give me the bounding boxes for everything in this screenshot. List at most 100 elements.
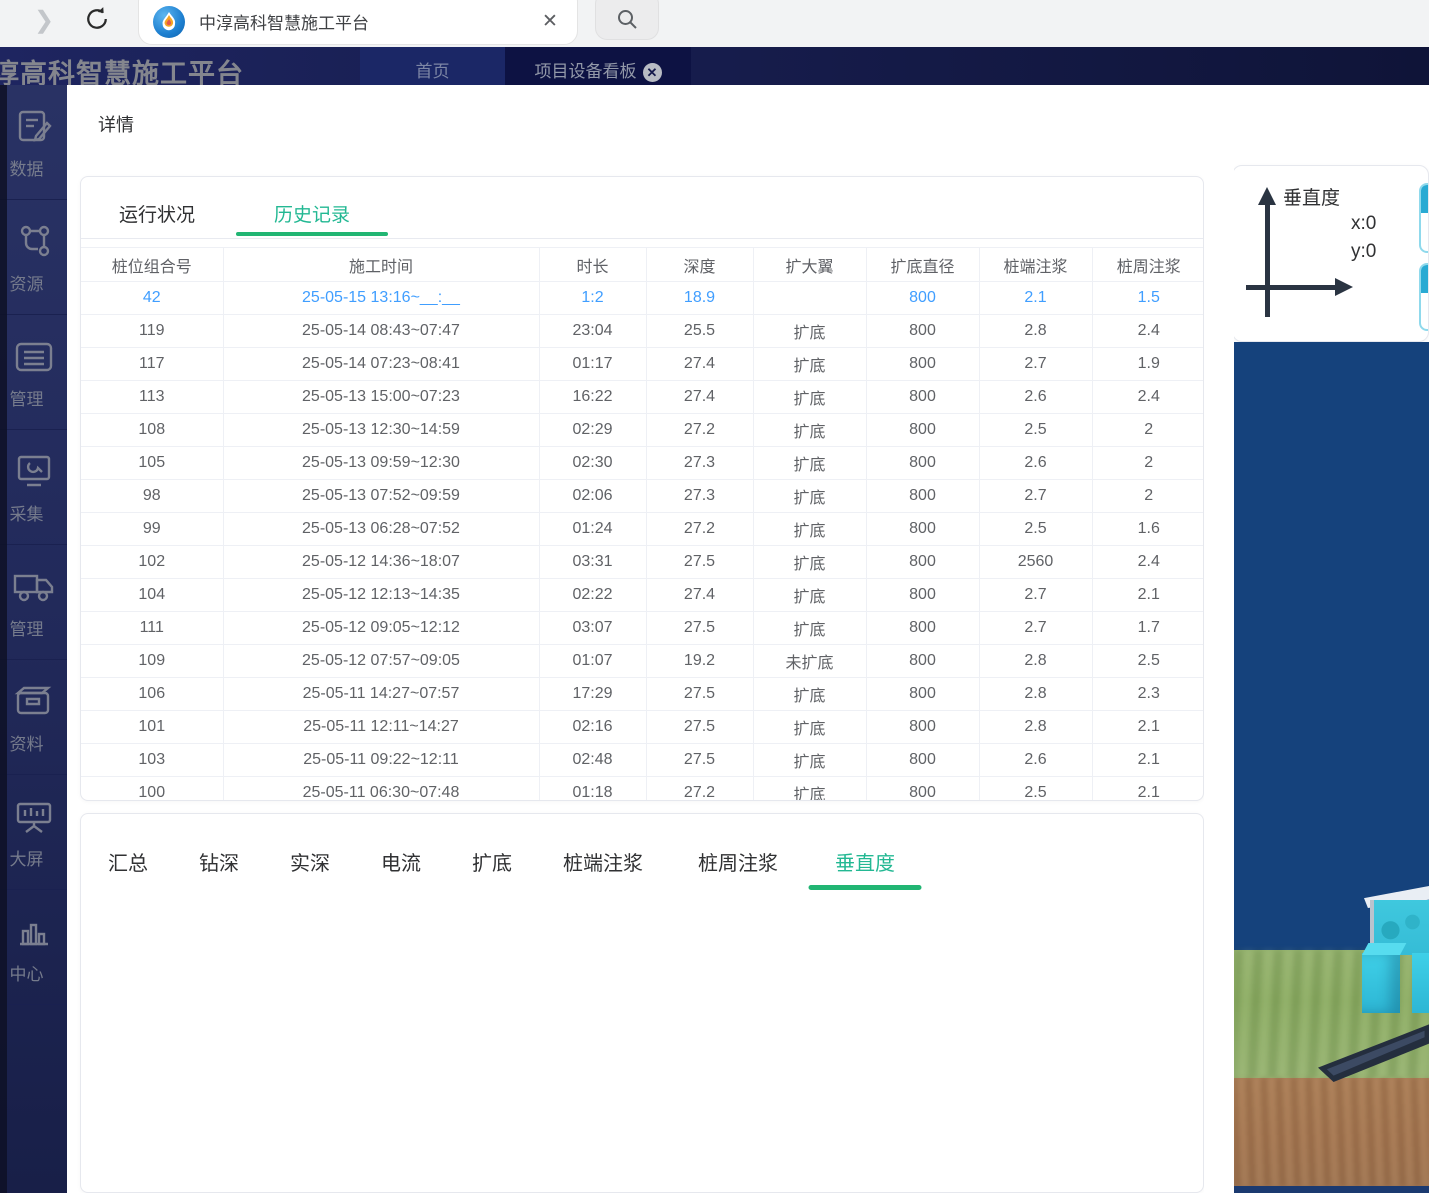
table-cell: 25-05-12 07:57~09:05 xyxy=(223,645,539,678)
metric-tab-6[interactable]: 桩周注浆 xyxy=(698,832,778,890)
table-row[interactable]: 11925-05-14 08:43~07:4723:0425.5扩底8002.8… xyxy=(81,315,1204,348)
sidebar-item-label: 资料 xyxy=(10,730,44,755)
sidebar-item-1[interactable]: 资源 xyxy=(0,200,67,315)
table-row[interactable]: 10425-05-12 12:13~14:3502:2227.4扩底8002.7… xyxy=(81,579,1204,612)
search-button[interactable] xyxy=(595,0,659,40)
table-cell: 1:2 xyxy=(539,282,646,315)
table-cell: 扩底 xyxy=(753,447,866,480)
mini-card-header xyxy=(1421,265,1429,293)
table-cell: 800 xyxy=(866,513,979,546)
metric-chart-area xyxy=(81,894,1203,1193)
status-mini-card[interactable] xyxy=(1419,263,1429,331)
scene-3d-view[interactable] xyxy=(1234,342,1429,1193)
table-cell: 800 xyxy=(866,711,979,744)
history-table: 桩位组合号施工时间时长深度扩大翼扩底直径桩端注浆桩周注浆 4225-05-15 … xyxy=(81,247,1204,801)
table-cell: 01:07 xyxy=(539,645,646,678)
tab-close-circle-icon[interactable]: ✕ xyxy=(643,63,662,82)
table-cell: 27.3 xyxy=(646,480,753,513)
table-row[interactable]: 10025-05-11 06:30~07:4801:1827.2扩底8002.5… xyxy=(81,777,1204,802)
table-cell: 2.4 xyxy=(1092,315,1204,348)
table-row[interactable]: 11325-05-13 15:00~07:2316:2227.4扩底8002.6… xyxy=(81,381,1204,414)
table-cell: 25-05-14 08:43~07:47 xyxy=(223,315,539,348)
metric-tab-1[interactable]: 钻深 xyxy=(199,832,239,890)
table-cell: 2.7 xyxy=(979,612,1092,645)
table-cell: 02:29 xyxy=(539,414,646,447)
status-mini-card[interactable] xyxy=(1419,183,1429,253)
sidebar-item-6[interactable]: 大屏 xyxy=(0,775,67,890)
table-cell: 99 xyxy=(81,513,223,546)
table-cell: 800 xyxy=(866,447,979,480)
table-cell: 扩底 xyxy=(753,579,866,612)
table-cell: 27.4 xyxy=(646,579,753,612)
sidebar-item-label: 大屏 xyxy=(10,845,44,870)
table-row[interactable]: 10925-05-12 07:57~09:0501:0719.2未扩底8002.… xyxy=(81,645,1204,678)
table-cell: 扩底 xyxy=(753,381,866,414)
table-cell: 02:16 xyxy=(539,711,646,744)
metric-card: 汇总钻深实深电流扩底桩端注浆桩周注浆垂直度 xyxy=(80,813,1204,1193)
table-row[interactable]: 11125-05-12 09:05~12:1203:0727.5扩底8002.7… xyxy=(81,612,1204,645)
metric-tab-7[interactable]: 垂直度 xyxy=(835,832,895,890)
table-cell: 113 xyxy=(81,381,223,414)
scene-bottom-strip xyxy=(1234,1186,1429,1193)
table-row[interactable]: 10125-05-11 12:11~14:2702:1627.5扩底8002.8… xyxy=(81,711,1204,744)
metric-tab-0[interactable]: 汇总 xyxy=(108,832,148,890)
search-icon xyxy=(616,8,638,30)
column-header: 深度 xyxy=(646,248,753,282)
table-row[interactable]: 10225-05-12 14:36~18:0703:3127.5扩底800256… xyxy=(81,546,1204,579)
table-row[interactable]: 4225-05-15 13:16~__:__1:218.98002.11.5 xyxy=(81,282,1204,315)
table-row[interactable]: 10525-05-13 09:59~12:3002:3027.3扩底8002.6… xyxy=(81,447,1204,480)
table-cell: 2.1 xyxy=(1092,711,1204,744)
table-row[interactable]: 11725-05-14 07:23~08:4101:1727.4扩底8002.7… xyxy=(81,348,1204,381)
sidebar-item-3[interactable]: 采集 xyxy=(0,430,67,545)
table-cell: 27.2 xyxy=(646,513,753,546)
sidebar-item-4[interactable]: 管理 xyxy=(0,545,67,660)
table-cell: 25-05-11 14:27~07:57 xyxy=(223,678,539,711)
table-cell: 23:04 xyxy=(539,315,646,348)
tab-running-status[interactable]: 运行状况 xyxy=(99,191,215,235)
refresh-icon[interactable] xyxy=(82,4,114,38)
metric-tab-2[interactable]: 实深 xyxy=(290,832,330,890)
metric-tab-4[interactable]: 扩底 xyxy=(472,832,512,890)
table-cell: 800 xyxy=(866,744,979,777)
forward-icon[interactable]: ❯ xyxy=(30,6,58,36)
metric-tab-5[interactable]: 桩端注浆 xyxy=(563,832,643,890)
tab-close-icon[interactable]: ✕ xyxy=(537,9,563,35)
table-cell: 2.4 xyxy=(1092,381,1204,414)
site-logo-icon xyxy=(153,6,185,38)
table-row[interactable]: 9925-05-13 06:28~07:5201:2427.2扩底8002.51… xyxy=(81,513,1204,546)
table-row[interactable]: 10825-05-13 12:30~14:5902:2927.2扩底8002.5… xyxy=(81,414,1204,447)
table-cell: 2.8 xyxy=(979,645,1092,678)
table-row[interactable]: 10625-05-11 14:27~07:5717:2927.5扩底8002.8… xyxy=(81,678,1204,711)
mini-card-header xyxy=(1421,185,1429,213)
tab-history-records[interactable]: 历史记录 xyxy=(236,191,388,235)
sidebar-item-2[interactable]: 管理 xyxy=(0,315,67,430)
sidebar-item-5[interactable]: 资料 xyxy=(0,660,67,775)
table-cell: 27.2 xyxy=(646,777,753,802)
tab-home[interactable]: 首页 xyxy=(360,47,505,85)
table-cell: 25-05-13 09:59~12:30 xyxy=(223,447,539,480)
metric-tab-3[interactable]: 电流 xyxy=(381,832,421,890)
table-row[interactable]: 10325-05-11 09:22~12:1102:4827.5扩底8002.6… xyxy=(81,744,1204,777)
sidebar-item-label: 数据 xyxy=(10,155,44,180)
table-row[interactable]: 9825-05-13 07:52~09:5902:0627.3扩底8002.72 xyxy=(81,480,1204,513)
table-cell: 101 xyxy=(81,711,223,744)
table-cell: 扩底 xyxy=(753,513,866,546)
sidebar-item-7[interactable]: 中心 xyxy=(0,890,67,1005)
table-cell: 1.7 xyxy=(1092,612,1204,645)
tab-project-device-board[interactable]: 项目设备看板 ✕ xyxy=(505,47,691,85)
metric-tabs: 汇总钻深实深电流扩底桩端注浆桩周注浆垂直度 xyxy=(81,814,1203,894)
table-cell: 2.1 xyxy=(1092,579,1204,612)
nodes-icon xyxy=(12,220,56,262)
table-cell: 1.5 xyxy=(1092,282,1204,315)
table-cell: 扩底 xyxy=(753,480,866,513)
table-cell: 2.7 xyxy=(979,579,1092,612)
record-tabs: 运行状况 历史记录 xyxy=(81,177,1203,239)
modal-title: 详情 xyxy=(98,111,134,137)
table-cell: 2.3 xyxy=(1092,678,1204,711)
table-cell: 800 xyxy=(866,546,979,579)
sidebar-item-0[interactable]: 数据 xyxy=(0,85,67,200)
table-cell: 17:29 xyxy=(539,678,646,711)
sidebar-item-label: 管理 xyxy=(10,385,44,410)
browser-tab[interactable]: 中淳高科智慧施工平台 ✕ xyxy=(138,0,578,45)
truck-icon xyxy=(12,565,56,607)
